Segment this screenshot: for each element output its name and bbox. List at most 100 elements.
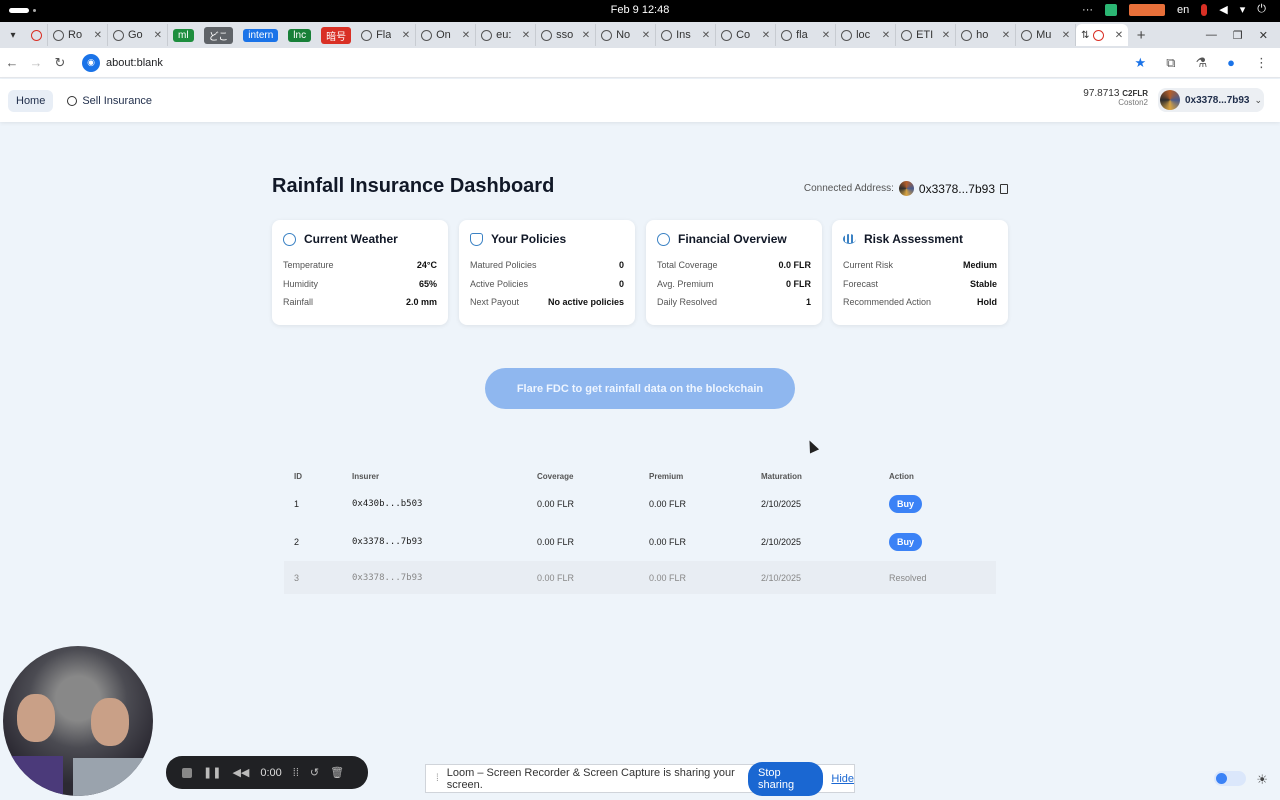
tab-group-label[interactable]: lnc — [288, 28, 312, 42]
favicon-icon — [481, 29, 493, 41]
close-tab-icon[interactable]: ✕ — [1062, 30, 1070, 41]
tab-title: On — [436, 29, 451, 41]
cell-premium: 0.00 FLR — [649, 572, 687, 583]
cell-action: Resolved — [879, 561, 996, 594]
stat-card: Your Policies Matured Policies 0 Active Pol… — [459, 220, 635, 325]
close-tab-icon[interactable]: ✕ — [702, 30, 710, 41]
browser-tab[interactable]: 暗号 — [316, 24, 356, 46]
browser-tab[interactable]: eu: ✕ — [476, 24, 537, 46]
record-icon — [1093, 29, 1105, 41]
close-tab-icon[interactable]: ✕ — [582, 30, 590, 41]
delete-icon[interactable]: 🗑 — [330, 766, 344, 779]
labs-icon[interactable]: ⚗ — [1195, 55, 1207, 71]
buy-button[interactable]: Buy — [889, 533, 923, 551]
extensions-icon[interactable]: ⧉ — [1166, 55, 1175, 71]
close-tab-icon[interactable]: ✕ — [822, 30, 830, 41]
theme-toggle[interactable] — [1214, 771, 1246, 786]
close-tab-icon[interactable]: ✕ — [462, 30, 470, 41]
close-tab-icon[interactable]: ✕ — [762, 30, 770, 41]
close-tab-icon[interactable]: ✕ — [94, 30, 102, 41]
volume-icon[interactable]: ◀ — [1219, 3, 1227, 16]
browser-tab[interactable]: Co ✕ — [716, 24, 777, 46]
browser-tab[interactable]: Mu ✕ — [1016, 24, 1077, 46]
browser-tab[interactable]: Fla ✕ — [356, 24, 417, 46]
browser-tab[interactable]: ml — [168, 24, 199, 46]
account-button[interactable]: 0x3378...7b93 ⌄ — [1158, 88, 1264, 112]
favicon-icon — [781, 29, 793, 41]
drag-handle-icon[interactable]: ⁞⁞ — [293, 767, 299, 779]
url-field[interactable]: about:blank — [106, 57, 163, 69]
language-indicator[interactable]: en — [1177, 4, 1189, 16]
wifi-icon[interactable]: ▾ — [1240, 3, 1246, 16]
stop-sharing-button[interactable]: Stop sharing — [748, 761, 824, 796]
new-tab-button[interactable]: + — [1128, 27, 1154, 44]
tab-group-label[interactable]: 暗号 — [321, 26, 352, 44]
browser-tab[interactable]: No ✕ — [596, 24, 657, 46]
drag-handle-icon[interactable]: ⁞ — [436, 773, 439, 784]
card-title: Your Policies — [491, 232, 567, 246]
card-title: Financial Overview — [678, 232, 787, 246]
browser-tab[interactable]: Ro ✕ — [48, 24, 108, 46]
buy-button[interactable]: Buy — [889, 495, 923, 513]
back-icon[interactable]: ← — [0, 55, 24, 70]
close-tab-icon[interactable]: ✕ — [1002, 30, 1010, 41]
browser-tab[interactable]: lnc — [283, 24, 316, 46]
address-bar-row: ← → ↻ ◉ about:blank ★ ⧉ ⚗ ● ⋮ — [0, 48, 1280, 78]
close-tab-icon[interactable]: ✕ — [882, 30, 890, 41]
tab-group-label[interactable]: どこ — [203, 26, 234, 44]
close-tab-icon[interactable]: ✕ — [942, 30, 950, 41]
webcam-bubble[interactable] — [3, 646, 153, 796]
microphone-icon[interactable] — [1201, 3, 1208, 16]
site-info-icon[interactable]: ◉ — [82, 53, 100, 72]
minimize-icon[interactable]: — — [1206, 29, 1217, 42]
profile-icon[interactable]: ● — [1227, 55, 1235, 71]
tab-group-label[interactable]: intern — [243, 28, 279, 42]
copy-icon[interactable] — [1000, 183, 1008, 194]
nav-home[interactable]: Home — [8, 89, 54, 112]
fetch-rainfall-button[interactable]: Flare FDC to get rainfall data on the bl… — [485, 368, 795, 409]
more-icon[interactable]: ··· — [1082, 4, 1093, 16]
extension-tray-icon[interactable] — [1105, 3, 1118, 16]
browser-tab[interactable]: Ins ✕ — [656, 24, 717, 46]
rewind-icon[interactable]: ◀◀ — [232, 766, 249, 779]
restore-icon[interactable]: ❐ — [1233, 29, 1243, 42]
browser-tab[interactable]: loc ✕ — [836, 24, 897, 46]
card-row-label: Rainfall — [283, 297, 314, 308]
browser-tab[interactable]: On ✕ — [416, 24, 477, 46]
browser-menu-icon[interactable]: ⋮ — [1255, 55, 1268, 71]
tab-search-icon[interactable]: ▾ — [0, 30, 26, 41]
close-tab-icon[interactable]: ✕ — [154, 30, 162, 41]
browser-tab[interactable]: fla ✕ — [776, 24, 837, 46]
stop-recording-icon[interactable] — [182, 767, 192, 778]
screen-share-indicator-icon[interactable] — [1129, 3, 1166, 16]
browser-tab[interactable]: ETI ✕ — [896, 24, 957, 46]
reload-icon[interactable]: ↻ — [48, 55, 72, 71]
close-tab-icon[interactable]: ✕ — [1115, 30, 1123, 41]
browser-tab[interactable]: intern — [238, 24, 283, 46]
cell-insurer: 0x430b...b503 — [352, 499, 423, 509]
browser-tab[interactable]: Go ✕ — [108, 24, 168, 46]
nav-sell-insurance[interactable]: Sell Insurance — [67, 95, 152, 107]
power-icon[interactable]: ⏻ — [1257, 3, 1266, 16]
close-window-icon[interactable]: ✕ — [1259, 29, 1268, 42]
table-header-row: ID Insurer Coverage Premium Maturation Action — [284, 467, 996, 485]
tab-recording[interactable] — [26, 24, 48, 46]
cell-insurer: 0x3378...7b93 — [352, 572, 423, 583]
tab-title: fla — [796, 29, 808, 41]
tab-group-label[interactable]: ml — [173, 28, 194, 42]
browser-tab[interactable]: どこ — [199, 24, 239, 46]
browser-tab[interactable]: sso ✕ — [536, 24, 597, 46]
browser-tab[interactable]: ho ✕ — [956, 24, 1017, 46]
tab-active-about-blank[interactable]: ⇅ ✕ — [1076, 24, 1129, 46]
card-row-label: Active Policies — [470, 278, 529, 289]
forward-icon[interactable]: → — [24, 55, 48, 70]
close-tab-icon[interactable]: ✕ — [642, 30, 650, 41]
restart-icon[interactable]: ↺ — [310, 766, 319, 779]
card-row-value: Medium — [962, 260, 997, 271]
card-row-label: Next Payout — [470, 297, 520, 308]
pause-icon[interactable]: ❚❚ — [203, 766, 221, 779]
hide-link[interactable]: Hide — [831, 773, 854, 785]
bookmark-star-icon[interactable]: ★ — [1135, 55, 1147, 71]
close-tab-icon[interactable]: ✕ — [402, 30, 410, 41]
close-tab-icon[interactable]: ✕ — [522, 30, 530, 41]
